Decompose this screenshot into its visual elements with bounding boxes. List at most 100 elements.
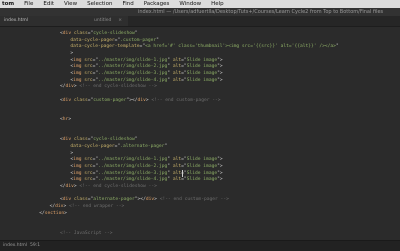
code-token: ": [156, 37, 159, 43]
code-token: src: [84, 57, 93, 63]
code-token: ">: [217, 157, 223, 163]
code-token: Slide image: [186, 164, 218, 169]
code-token: >: [64, 210, 67, 216]
code-token: section: [44, 210, 65, 216]
tab-untitled[interactable]: untitled: [90, 16, 115, 26]
code-token: div: [62, 31, 72, 36]
code-token: div: [65, 84, 74, 90]
code-token: class: [73, 97, 88, 103]
tab-label: index.html: [4, 18, 28, 23]
code-token: ">: [217, 77, 223, 83]
code-token: cycle-slideshow: [93, 137, 135, 143]
code-line: </div> <!-- end cycle-slideshow -->: [60, 83, 157, 90]
code-token: ../master/img/slide-2.jpg: [98, 164, 168, 169]
code-token: cycle-slideshow: [93, 31, 135, 36]
code-line: </section>: [39, 210, 67, 217]
code-token: alt: [172, 64, 182, 70]
code-token: class: [73, 31, 88, 36]
code-token: ../master/img/slide-1.jpg: [98, 57, 168, 63]
code-token: ../master/img/slide-4.jpg: [98, 77, 168, 83]
code-token: .alternate-pager: [120, 144, 165, 150]
code-token: alternate-pager: [93, 197, 135, 203]
close-icon[interactable]: ×: [118, 16, 122, 26]
menu-window[interactable]: Window: [174, 0, 206, 8]
code-token: class: [73, 137, 88, 143]
code-line: <div class="custom-pager"></div> <!-- en…: [60, 97, 221, 104]
code-token: .custom-pager: [120, 37, 157, 43]
code-token: div: [65, 183, 74, 189]
code-token: ../master/img/slide-3.jpg: [98, 170, 168, 176]
menu-help[interactable]: Help: [206, 0, 229, 8]
code-token: Slide image: [186, 77, 218, 83]
window-title: index.html — /Users/adfuertlla/Desktop/T…: [138, 9, 384, 15]
code-token: ../master/img/slide-3.jpg: [98, 70, 168, 76]
code-token: src: [84, 64, 93, 70]
code-token: Slide image: [186, 70, 218, 76]
code-token: ../master/img/slide-4.jpg: [98, 177, 168, 183]
code-token: src: [84, 170, 93, 176]
code-line: data-cycle-pager=".alternate-pager": [70, 143, 167, 150]
code-token: alt: [172, 177, 182, 183]
code-token: src: [84, 164, 93, 169]
menu-file[interactable]: File: [19, 0, 38, 8]
code-token: ": [134, 137, 138, 143]
menu-view[interactable]: View: [59, 0, 82, 8]
code-token: ": [134, 31, 138, 36]
code-token: <!-- end wrapper -->: [66, 203, 125, 209]
code-token: alt: [172, 77, 182, 83]
code-token: class: [73, 197, 88, 203]
menu-find[interactable]: Find: [117, 0, 138, 8]
code-token: data-cycle-pager-template: [70, 44, 140, 50]
code-token: Slide image: [186, 157, 218, 163]
code-line: <!-- JavaScript -->: [60, 230, 113, 237]
code-token: div: [62, 197, 72, 203]
menu-edit[interactable]: Edit: [38, 0, 59, 8]
code-token: <a href='#' class='thumbnail'><img src='…: [145, 44, 336, 50]
code-token: >: [70, 50, 74, 56]
code-token: ../master/img/slide-1.jpg: [98, 157, 168, 163]
code-token: div: [62, 137, 72, 143]
line-number-gutter: [0, 27, 34, 237]
code-token: >: [68, 117, 72, 123]
code-token: alt: [172, 57, 182, 63]
code-token: <!-- end custom-pager -->: [148, 97, 221, 103]
code-token: "></: [134, 197, 146, 203]
code-token: ">: [217, 64, 223, 70]
code-token: div: [62, 97, 72, 103]
code-line: <hr>: [60, 116, 71, 123]
code-token: src: [84, 157, 93, 163]
code-token: data-cycle-pager: [70, 144, 115, 150]
code-token: Slide image: [186, 177, 218, 183]
code-editor[interactable]: <div class="cycle-slideshow" data-cycle-p…: [34, 26, 400, 238]
code-token: ">: [217, 164, 223, 169]
code-token: ">: [217, 177, 223, 183]
tab-label: untitled: [94, 18, 112, 23]
code-token: ">: [217, 170, 223, 176]
code-token: Slide image: [186, 64, 218, 70]
window-titlebar: index.html — /Users/adfuertlla/Desktop/T…: [0, 8, 400, 16]
code-token: >: [70, 150, 74, 156]
code-token: alt: [172, 164, 182, 169]
code-token: src: [84, 70, 93, 76]
menu-selection[interactable]: Selection: [82, 0, 117, 8]
code-token: data-cycle-pager: [70, 37, 115, 43]
code-token: ">: [217, 70, 223, 76]
code-token: ../master/img/slide-2.jpg: [98, 64, 168, 70]
status-bar: index.html 59:1: [0, 240, 400, 251]
code-token: src: [84, 77, 93, 83]
menu-packages[interactable]: Packages: [139, 0, 175, 8]
code-token: div: [137, 97, 146, 103]
code-token: Slide image: [186, 57, 218, 63]
code-line: data-cycle-pager-template="<a href='#' c…: [70, 43, 338, 50]
code-line: </div> <!-- end cycle-slideshow -->: [60, 183, 157, 190]
code-token: <!-- JavaScript -->: [60, 230, 113, 236]
code-token: src: [84, 177, 93, 183]
app-menu[interactable]: tom: [0, 0, 19, 8]
code-token: ": [335, 44, 339, 50]
code-token: <!-- end cycle-slideshow -->: [76, 183, 157, 189]
code-token: div: [145, 197, 155, 203]
code-token: "></: [126, 97, 138, 103]
code-token: ">: [217, 57, 223, 63]
menu-bar: tom File Edit View Selection Find Packag…: [0, 0, 400, 8]
code-token: custom-pager: [93, 97, 127, 103]
